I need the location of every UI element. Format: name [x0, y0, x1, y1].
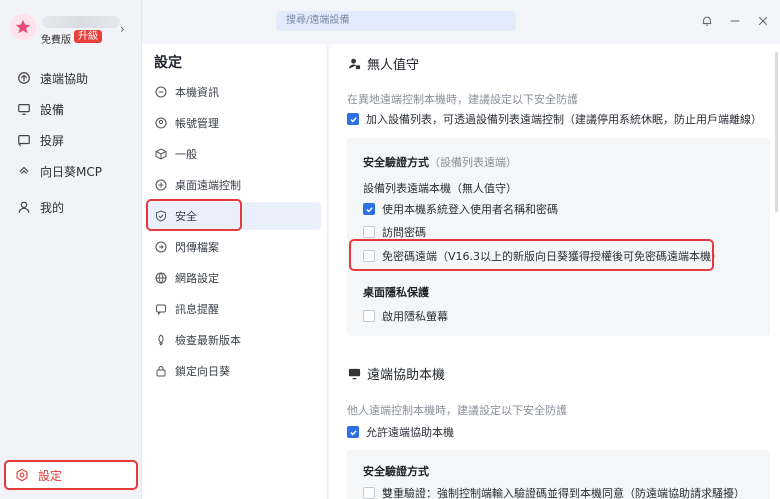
unattended-security-card: 安全驗證方式（設備列表遠端） 設備列表遠端本機（無人值守） 使用本機系統登入使用… [347, 138, 770, 336]
settings-item-desktop-control[interactable]: 桌面遠端控制 [148, 172, 320, 198]
cube-icon [154, 147, 168, 161]
assist-section-title: 遠端協助本機 [347, 364, 445, 383]
upgrade-button[interactable]: 升級 [74, 30, 102, 43]
close-icon[interactable] [756, 14, 770, 28]
settings-item-lock[interactable]: 鎖定向日葵 [148, 358, 320, 384]
avatar[interactable] [10, 14, 36, 40]
sidebar-item-label: 向日葵MCP [40, 164, 102, 179]
minimize-icon[interactable] [728, 14, 742, 28]
sidebar-item-devices[interactable]: 設備 [10, 95, 134, 123]
add-device-list-checkbox[interactable]: 加入設備列表，可透過設備列表遠端控制（建議停用系統休眠，防止用戶端離線） [347, 111, 762, 127]
checkbox-checked[interactable] [347, 426, 359, 438]
flower-icon [15, 19, 31, 34]
lock-icon [154, 364, 168, 378]
settings-title: 設定 [154, 55, 182, 71]
user-icon [16, 199, 32, 215]
message-icon [154, 302, 168, 316]
chevron-right-icon[interactable]: › [120, 22, 125, 36]
checkbox-checked[interactable] [347, 113, 359, 125]
sidebar-item-mcp[interactable]: 向日葵MCP [10, 157, 134, 185]
settings-item-file-transfer[interactable]: 閃傳檔案 [148, 234, 320, 260]
gear-icon [14, 467, 30, 483]
access-password-checkbox[interactable]: 訪問密碼 [363, 224, 426, 240]
sidebar-item-label: 我的 [40, 200, 65, 215]
sidebar-item-settings[interactable]: 設定 [4, 460, 138, 490]
allow-assist-checkbox[interactable]: 允許遠端協助本機 [347, 424, 454, 440]
checkbox-unchecked[interactable] [363, 226, 375, 238]
bell-icon[interactable] [700, 14, 714, 28]
settings-item-check-update[interactable]: 檢查最新版本 [148, 327, 320, 353]
monitor-icon [347, 367, 361, 381]
top-bar: 搜尋/遠端設備 [142, 0, 780, 44]
settings-item-label: 本機資訊 [175, 86, 219, 99]
assist-security-title: 安全驗證方式 [363, 465, 429, 478]
settings-item-general[interactable]: 一般 [148, 141, 320, 167]
file-transfer-icon [154, 240, 168, 254]
plan-label: 免費版 [41, 35, 71, 46]
settings-item-label: 帳號管理 [175, 117, 219, 130]
sidebar-item-mine[interactable]: 我的 [10, 193, 134, 221]
passwordless-highlight [349, 239, 714, 271]
mcp-icon [16, 163, 32, 179]
settings-item-device-info[interactable]: 本機資訊 [148, 79, 320, 105]
sidebar-item-label: 設備 [40, 102, 65, 117]
checkbox-unchecked[interactable] [363, 310, 375, 322]
system-login-checkbox[interactable]: 使用本機系統登入使用者名稱和密碼 [363, 201, 558, 217]
settings-item-account[interactable]: 帳號管理 [148, 110, 320, 136]
profile[interactable]: 免費版 升級 › [8, 14, 138, 46]
settings-item-label: 檢查最新版本 [175, 334, 241, 347]
unattended-section-title: 無人值守 [347, 54, 419, 73]
sidebar-item-cast[interactable]: 投屏 [10, 126, 134, 154]
settings-item-label: 閃傳檔案 [175, 241, 219, 254]
cast-icon [16, 132, 32, 148]
sidebar-item-label: 設定 [38, 468, 63, 483]
unattended-desc: 在異地遠端控制本機時，建議設定以下安全防護 [347, 93, 578, 106]
remote-assist-icon [16, 70, 32, 86]
checkbox-checked[interactable] [363, 203, 375, 215]
desktop-control-icon [154, 178, 168, 192]
assist-security-card: 安全驗證方式 雙重驗證：強制控制端輸入驗證碼並得到本機同意（防遠端協助請求騷擾） [347, 450, 770, 499]
settings-item-notifications[interactable]: 訊息提醒 [148, 296, 320, 322]
double-verify-checkbox[interactable]: 雙重驗證：強制控制端輸入驗證碼並得到本機同意（防遠端協助請求騷擾） [363, 485, 745, 499]
sidebar-item-label: 投屏 [40, 133, 65, 148]
security-method-title: 安全驗證方式（設備列表遠端） [363, 156, 517, 169]
device-list-remote-label: 設備列表遠端本機（無人值守） [363, 182, 517, 195]
settings-item-label: 一般 [175, 148, 197, 161]
account-icon [154, 116, 168, 130]
info-icon [154, 85, 168, 99]
checkbox-unchecked[interactable] [363, 487, 375, 499]
username-blurred [42, 16, 120, 28]
globe-icon [154, 271, 168, 285]
security-settings-content[interactable]: 無人值守 在異地遠端控制本機時，建議設定以下安全防護 加入設備列表，可透過設備列… [329, 44, 780, 499]
settings-item-label: 網路設定 [175, 272, 219, 285]
sidebar-item-label: 遠端協助 [40, 71, 89, 86]
assist-desc: 他人遠端控制本機時，建議設定以下安全防護 [347, 404, 567, 417]
settings-item-network[interactable]: 網路設定 [148, 265, 320, 291]
user-lock-icon [347, 57, 361, 71]
scrollbar[interactable] [775, 52, 778, 212]
sidebar: 免費版 升級 › 遠端協助 設備 投屏 向日葵MCP 我的 設定 [0, 0, 142, 499]
security-highlight [146, 199, 242, 231]
settings-item-label: 鎖定向日葵 [175, 365, 230, 378]
monitor-icon [16, 101, 32, 117]
privacy-screen-checkbox[interactable]: 啟用隱私螢幕 [363, 308, 448, 324]
desktop-privacy-title: 桌面隱私保護 [363, 286, 429, 299]
search-input[interactable]: 搜尋/遠端設備 [276, 11, 516, 31]
settings-menu: 設定 本機資訊 帳號管理 一般 桌面遠端控制 安全 閃傳檔案 網路設定 訊息提醒… [142, 44, 328, 499]
sidebar-item-remote-assist[interactable]: 遠端協助 [10, 64, 134, 92]
settings-item-label: 桌面遠端控制 [175, 179, 241, 192]
update-icon [154, 333, 168, 347]
settings-item-label: 訊息提醒 [175, 303, 219, 316]
